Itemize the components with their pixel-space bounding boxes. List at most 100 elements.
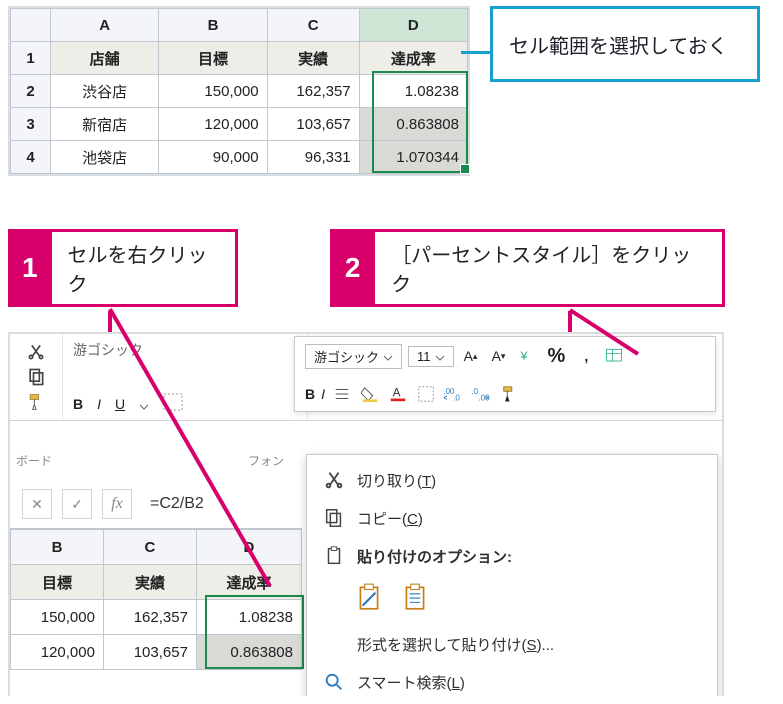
row-head[interactable]: 4 xyxy=(11,141,51,174)
clipboard-icon xyxy=(323,545,345,567)
svg-text:￥: ￥ xyxy=(518,350,529,362)
svg-text:A: A xyxy=(393,387,401,400)
ctx-paste-options-label: 貼り付けのオプション: xyxy=(357,546,512,567)
copy-icon xyxy=(323,507,345,529)
format-painter-icon[interactable] xyxy=(25,391,47,413)
col-head-B[interactable]: B xyxy=(159,9,267,42)
font-group: 游ゴシック B I U xyxy=(63,334,308,420)
cell-rate[interactable]: 1.070344 xyxy=(359,141,467,174)
increase-font-icon[interactable]: A▴ xyxy=(460,345,482,367)
font-color-icon[interactable]: A xyxy=(387,383,409,405)
percent-style-button[interactable]: % xyxy=(544,345,570,368)
table-format-icon[interactable] xyxy=(603,345,625,367)
sheet-table[interactable]: A B C D 1 店舗 目標 実績 達成率 2 渋谷店 150,000 162… xyxy=(10,8,468,174)
header-target[interactable]: 目標 xyxy=(159,42,267,75)
cell-actual[interactable]: 103,657 xyxy=(103,635,196,670)
corner-cell[interactable] xyxy=(11,9,51,42)
cell-target[interactable]: 90,000 xyxy=(159,141,267,174)
bold-button[interactable]: B xyxy=(73,396,83,412)
mini-format-painter-icon[interactable] xyxy=(499,383,521,405)
cell-target[interactable]: 120,000 xyxy=(159,108,267,141)
formula-bar: ✕ ✓ fx =C2/B2 xyxy=(10,486,204,522)
cell-rate[interactable]: 1.08238 xyxy=(359,75,467,108)
cut-icon[interactable] xyxy=(25,341,47,363)
mini-border-icon[interactable] xyxy=(415,383,437,405)
ctx-copy[interactable]: コピー(C) xyxy=(307,499,717,537)
cancel-formula-icon[interactable]: ✕ xyxy=(22,489,52,519)
border-button[interactable] xyxy=(163,393,183,414)
header-actual[interactable]: 実績 xyxy=(267,42,359,75)
svg-text:.0: .0 xyxy=(471,387,478,396)
ctx-paste-special-label: 形式を選択して貼り付け(S)... xyxy=(357,634,554,655)
cell-actual[interactable]: 162,357 xyxy=(103,600,196,635)
italic-button[interactable]: I xyxy=(97,396,101,412)
row-head[interactable]: 1 xyxy=(11,42,51,75)
ctx-paste-options-header: 貼り付けのオプション: xyxy=(307,537,717,575)
callout-pointer xyxy=(461,51,493,54)
fill-color-icon[interactable] xyxy=(359,383,381,405)
header-rate[interactable]: 達成率 xyxy=(196,565,301,600)
ctx-smart-lookup-label: スマート検索(L) xyxy=(357,672,465,693)
cell-rate[interactable]: 0.863808 xyxy=(359,108,467,141)
fill-handle[interactable] xyxy=(460,164,470,174)
cell-rate[interactable]: 1.08238 xyxy=(196,600,301,635)
ctx-smart-lookup[interactable]: スマート検索(L) xyxy=(307,663,717,696)
cell-store[interactable]: 渋谷店 xyxy=(51,75,159,108)
header-store[interactable]: 店舗 xyxy=(51,42,159,75)
cell-store[interactable]: 池袋店 xyxy=(51,141,159,174)
header-actual[interactable]: 実績 xyxy=(103,565,196,600)
paste-option-default[interactable] xyxy=(353,579,385,615)
mini-size-dropdown[interactable]: 11 xyxy=(408,346,454,367)
formula-input[interactable]: =C2/B2 xyxy=(142,495,204,513)
top-spreadsheet: A B C D 1 店舗 目標 実績 達成率 2 渋谷店 150,000 162… xyxy=(8,6,470,176)
header-target[interactable]: 目標 xyxy=(11,565,104,600)
cell-store[interactable]: 新宿店 xyxy=(51,108,159,141)
mini-italic-button[interactable]: I xyxy=(321,386,325,402)
col-head-B[interactable]: B xyxy=(11,530,104,565)
secondary-grid[interactable]: BCD 目標実績達成率 150,000162,3571.08238 120,00… xyxy=(10,528,302,670)
enter-formula-icon[interactable]: ✓ xyxy=(62,489,92,519)
decrease-decimal-icon[interactable]: .00.0 xyxy=(443,383,465,405)
cell-actual[interactable]: 96,331 xyxy=(267,141,359,174)
font-name-label[interactable]: 游ゴシック xyxy=(73,340,297,360)
cell-actual[interactable]: 162,357 xyxy=(267,75,359,108)
cell-rate[interactable]: 0.863808 xyxy=(196,635,301,670)
step-1-box: 1 セルを右クリック xyxy=(8,229,238,307)
increase-decimal-icon[interactable]: .0.00 xyxy=(471,383,493,405)
scissors-icon xyxy=(323,469,345,491)
fx-icon[interactable]: fx xyxy=(102,489,132,519)
step-1-number: 1 xyxy=(8,229,52,307)
paste-options-row xyxy=(307,575,717,625)
cell-target[interactable]: 150,000 xyxy=(11,600,104,635)
row-head[interactable]: 2 xyxy=(11,75,51,108)
cell-target[interactable]: 150,000 xyxy=(159,75,267,108)
mini-bold-button[interactable]: B xyxy=(305,386,315,402)
cell-target[interactable]: 120,000 xyxy=(11,635,104,670)
ctx-cut-label: 切り取り(T) xyxy=(357,470,436,491)
ctx-paste-special[interactable]: 形式を選択して貼り付け(S)... xyxy=(307,625,717,663)
mini-align-icon[interactable] xyxy=(331,383,353,405)
col-head-D[interactable]: D xyxy=(196,530,301,565)
col-head-D[interactable]: D xyxy=(359,9,467,42)
search-icon xyxy=(323,671,345,693)
ctx-cut[interactable]: 切り取り(T) xyxy=(307,461,717,499)
col-head-C[interactable]: C xyxy=(103,530,196,565)
clipboard-group-label: ボード xyxy=(10,452,52,469)
mini-font-dropdown[interactable]: 游ゴシック xyxy=(305,344,402,369)
decrease-font-icon[interactable]: A▾ xyxy=(488,345,510,367)
copy-icon[interactable] xyxy=(25,366,47,388)
comma-style-button[interactable]: , xyxy=(575,345,597,367)
svg-text:.00: .00 xyxy=(478,393,490,402)
paste-option-values[interactable] xyxy=(399,579,431,615)
callout-select-range: セル範囲を選択しておく xyxy=(490,6,760,82)
step-2-number: 2 xyxy=(330,229,375,307)
col-head-A[interactable]: A xyxy=(51,9,159,42)
cell-actual[interactable]: 103,657 xyxy=(267,108,359,141)
chevron-down-icon[interactable] xyxy=(139,399,149,409)
row-head[interactable]: 3 xyxy=(11,108,51,141)
col-head-C[interactable]: C xyxy=(267,9,359,42)
header-rate[interactable]: 達成率 xyxy=(359,42,467,75)
font-group-label: フォン xyxy=(248,452,284,469)
underline-button[interactable]: U xyxy=(115,396,125,412)
accounting-format-icon[interactable]: ￥ xyxy=(516,345,538,367)
